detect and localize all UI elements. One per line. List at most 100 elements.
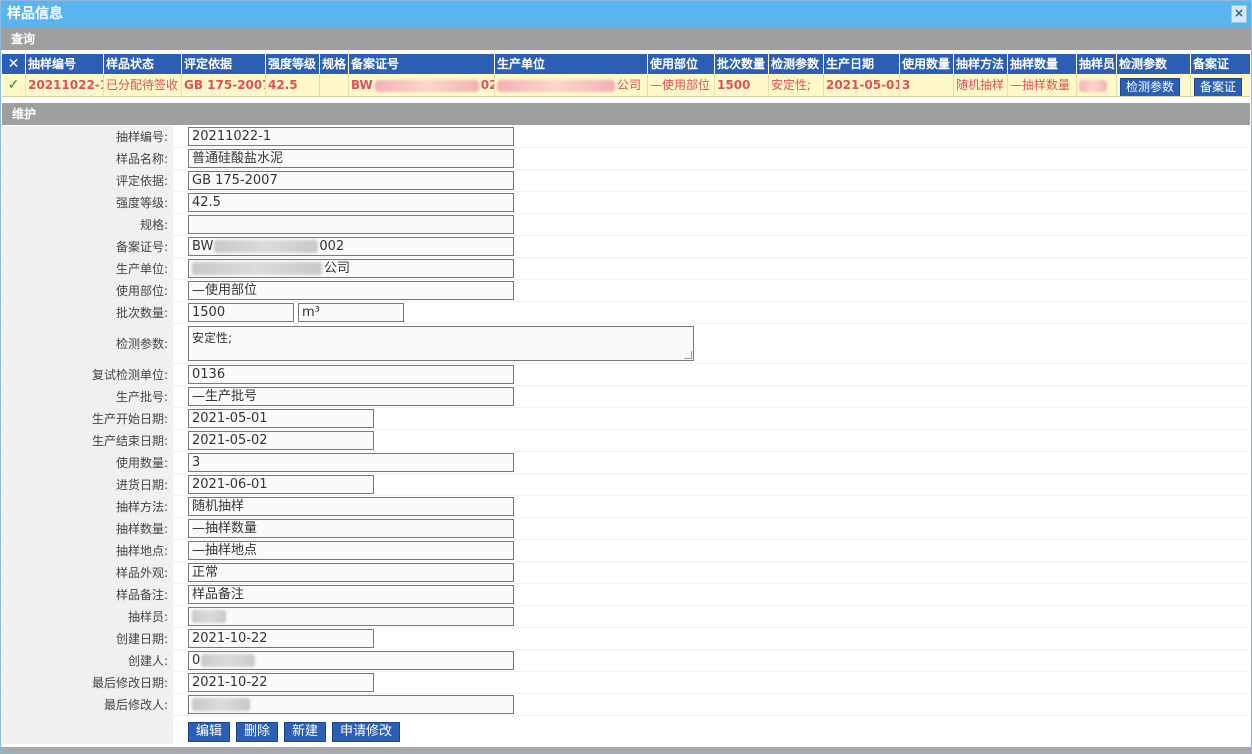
table-row[interactable]: ✓ 20211022-1 已分配待签收 GB 175-2007 42.5 BW 0… xyxy=(2,74,1250,97)
col-header-params-btn[interactable]: 检测参数 xyxy=(1117,54,1191,74)
retest-unit-field[interactable]: 0136 xyxy=(188,365,514,384)
form-row-use-qty: 使用数量: 3 xyxy=(2,452,1250,474)
col-header-method[interactable]: 抽样方法 xyxy=(954,54,1008,74)
form-row-method: 抽样方法: 随机抽样 xyxy=(2,496,1250,518)
delete-button[interactable]: 删除 xyxy=(236,722,279,742)
cell-standard: GB 175-2007 xyxy=(182,74,266,96)
form-row-modifier: 最后修改人: xyxy=(2,694,1250,716)
batch-unit-field[interactable]: m³ xyxy=(298,303,404,322)
col-header-producer[interactable]: 生产单位 xyxy=(495,54,648,74)
deselect-icon[interactable]: ✕ xyxy=(2,54,26,74)
col-header-grade[interactable]: 强度等级 xyxy=(266,54,320,74)
col-header-sampler[interactable]: 抽样员 xyxy=(1077,54,1117,74)
form-row-modified-date: 最后修改日期: 2021-10-22 xyxy=(2,672,1250,694)
form-row-producer: 生产单位: 公司 xyxy=(2,258,1250,280)
form-row-standard: 评定依据: GB 175-2007 xyxy=(2,170,1250,192)
selected-check-icon[interactable]: ✓ xyxy=(2,74,26,96)
redacted-mask xyxy=(192,262,322,275)
params-textarea[interactable]: 安定性; xyxy=(188,326,694,361)
col-header-sample-no[interactable]: 抽样编号 xyxy=(26,54,104,74)
purchase-date-field[interactable]: 2021-06-01 xyxy=(188,475,374,494)
label-sample-no: 抽样编号: xyxy=(2,126,173,147)
form-row-remark: 样品备注: 样品备注 xyxy=(2,584,1250,606)
label-sample-name: 样品名称: xyxy=(2,148,173,169)
label-sampler: 抽样员: xyxy=(2,606,173,627)
creator-prefix: 0 xyxy=(192,653,201,668)
record-no-prefix: BW xyxy=(351,78,373,92)
use-qty-field[interactable]: 3 xyxy=(188,453,514,472)
form-row-batch-qty: 批次数量: 1500 m³ xyxy=(2,302,1250,324)
redacted-mask xyxy=(1079,79,1107,92)
form-row-sample-qty: 抽样数量: —抽样数量 xyxy=(2,518,1250,540)
created-date-field[interactable]: 2021-10-22 xyxy=(188,629,374,648)
modifier-field[interactable] xyxy=(188,695,514,714)
window-title: 样品信息 xyxy=(7,6,63,22)
redacted-mask xyxy=(374,79,479,92)
spec-field[interactable] xyxy=(188,215,514,234)
edit-button[interactable]: 编辑 xyxy=(188,722,231,742)
redacted-mask xyxy=(192,610,226,623)
usage-field[interactable]: —使用部位 xyxy=(188,281,514,300)
form-row-params: 检测参数: 安定性; xyxy=(2,324,1250,364)
sample-name-field[interactable]: 普通硅酸盐水泥 xyxy=(188,149,514,168)
sample-info-window: 样品信息 × 查询 ✕ 抽样编号 样品状态 评定依据 强度等级 规格 备案证号 … xyxy=(0,0,1252,754)
form-actions: 编辑 删除 新建 申请修改 xyxy=(2,716,1250,744)
creator-field[interactable]: 0 xyxy=(188,651,514,670)
record-cert-button[interactable]: 备案证 xyxy=(1194,78,1243,96)
form-row-record-no: 备案证号: BW 002 xyxy=(2,236,1250,258)
form-row-grade: 强度等级: 42.5 xyxy=(2,192,1250,214)
col-header-standard[interactable]: 评定依据 xyxy=(182,54,266,74)
producer-suffix: 公司 xyxy=(324,261,351,276)
method-field[interactable]: 随机抽样 xyxy=(188,497,514,516)
cell-params: 安定性; xyxy=(769,74,824,96)
cell-spec xyxy=(320,74,349,96)
form-row-batch-no: 生产批号: —生产批号 xyxy=(2,386,1250,408)
batch-qty-field[interactable]: 1500 xyxy=(188,303,294,322)
sample-qty-field[interactable]: —抽样数量 xyxy=(188,519,514,538)
col-header-prod-date[interactable]: 生产日期 xyxy=(824,54,900,74)
close-icon[interactable]: × xyxy=(1231,5,1247,23)
location-field[interactable]: —抽样地点 xyxy=(188,541,514,560)
new-button[interactable]: 新建 xyxy=(284,722,327,742)
col-header-record-no[interactable]: 备案证号 xyxy=(349,54,495,74)
col-header-params[interactable]: 检测参数 xyxy=(769,54,824,74)
cell-sample-qty: —抽样数量 xyxy=(1008,74,1077,96)
cell-method: 随机抽样 xyxy=(954,74,1008,96)
prod-end-date-field[interactable]: 2021-05-02 xyxy=(188,431,374,450)
params-button[interactable]: 检测参数 xyxy=(1120,78,1181,96)
col-header-batch-qty[interactable]: 批次数量 xyxy=(715,54,769,74)
standard-field[interactable]: GB 175-2007 xyxy=(188,171,514,190)
appearance-field[interactable]: 正常 xyxy=(188,563,514,582)
cell-sample-no: 20211022-1 xyxy=(26,74,104,96)
request-change-button[interactable]: 申请修改 xyxy=(332,722,401,742)
batch-no-field[interactable]: —生产批号 xyxy=(188,387,514,406)
col-header-status[interactable]: 样品状态 xyxy=(104,54,182,74)
bottom-bar xyxy=(1,747,1252,753)
producer-field[interactable]: 公司 xyxy=(188,259,514,278)
record-no-prefix: BW xyxy=(192,239,214,254)
label-location: 抽样地点: xyxy=(2,540,173,561)
maintain-form: 抽样编号: 20211022-1 样品名称: 普通硅酸盐水泥 评定依据: GB … xyxy=(2,126,1250,744)
col-header-usage[interactable]: 使用部位 xyxy=(648,54,715,74)
sampler-field[interactable] xyxy=(188,607,514,626)
form-row-sampler: 抽样员: xyxy=(2,606,1250,628)
results-grid: ✕ 抽样编号 样品状态 评定依据 强度等级 规格 备案证号 生产单位 使用部位 … xyxy=(2,54,1250,97)
label-retest-unit: 复试检测单位: xyxy=(2,364,173,385)
redacted-mask xyxy=(192,698,250,711)
record-no-suffix: 02 xyxy=(480,78,494,92)
col-header-spec[interactable]: 规格 xyxy=(320,54,349,74)
col-header-record-btn[interactable]: 备案证 xyxy=(1191,54,1249,74)
resize-grip-icon[interactable] xyxy=(684,351,692,359)
prod-start-date-field[interactable]: 2021-05-01 xyxy=(188,409,374,428)
cell-params-btn: 检测参数 xyxy=(1117,74,1191,96)
remark-field[interactable]: 样品备注 xyxy=(188,585,514,604)
maintain-section-header: 维护 xyxy=(2,103,1250,125)
col-header-sample-qty[interactable]: 抽样数量 xyxy=(1008,54,1077,74)
record-no-field[interactable]: BW 002 xyxy=(188,237,514,256)
label-purchase-date: 进货日期: xyxy=(2,474,173,495)
sample-no-field[interactable]: 20211022-1 xyxy=(188,127,514,146)
grade-field[interactable]: 42.5 xyxy=(188,193,514,212)
col-header-use-qty[interactable]: 使用数量 xyxy=(900,54,954,74)
modified-date-field[interactable]: 2021-10-22 xyxy=(188,673,374,692)
label-params: 检测参数: xyxy=(2,324,173,363)
